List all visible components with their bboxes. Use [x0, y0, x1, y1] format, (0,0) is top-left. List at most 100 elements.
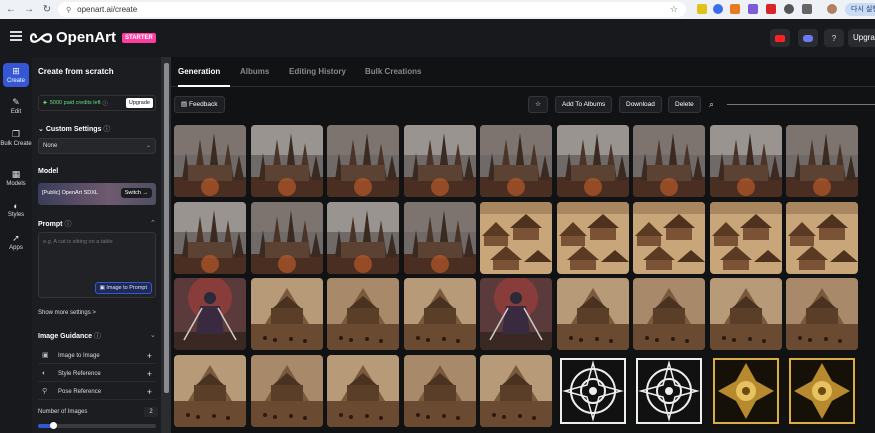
generated-image-temple[interactable]	[250, 278, 323, 350]
generated-image-warrior[interactable]	[480, 278, 552, 350]
guidance-image-to-image[interactable]: ▣ Image to Image +	[38, 348, 156, 364]
generated-image-pattern-white[interactable]	[556, 354, 629, 427]
generated-image-village[interactable]	[786, 201, 858, 274]
extension-icon-1[interactable]	[697, 4, 707, 14]
slider-knob[interactable]	[50, 422, 57, 429]
generated-image-castle[interactable]	[480, 125, 552, 197]
generated-image-village[interactable]	[556, 201, 629, 274]
chevron-up-icon[interactable]: ⌃	[150, 219, 156, 227]
extension-icon-4[interactable]	[748, 4, 758, 14]
generated-image-warrior[interactable]	[174, 278, 246, 350]
generated-image-temple[interactable]	[174, 354, 246, 427]
plus-icon[interactable]: +	[147, 366, 152, 382]
rail-item-models[interactable]: ▦ Models	[0, 169, 32, 187]
generated-image-temple[interactable]	[633, 278, 705, 350]
help-button[interactable]: ?	[824, 29, 844, 47]
generated-image-castle[interactable]	[786, 125, 858, 197]
address-bar[interactable]: ⚲ openart.ai/create ☆	[58, 2, 686, 17]
logo[interactable]: OpenArt STARTER	[30, 29, 156, 46]
generated-image-temple[interactable]	[786, 278, 858, 350]
custom-settings-select[interactable]: None ⌄	[38, 138, 156, 154]
discord-button[interactable]	[798, 29, 818, 47]
menu-icon[interactable]	[10, 31, 22, 41]
guidance-label: Pose Reference	[58, 389, 102, 395]
rail-item-apps[interactable]: ➚ Apps	[0, 233, 32, 251]
generated-image-castle[interactable]	[174, 125, 246, 197]
extension-icon-5[interactable]	[766, 4, 776, 14]
generated-image-temple[interactable]	[403, 354, 476, 427]
panel-scrollbar[interactable]	[162, 57, 171, 433]
rail-label: Apps	[9, 245, 23, 251]
generated-image-pattern-white[interactable]	[633, 354, 705, 427]
generated-image-castle[interactable]	[327, 201, 399, 274]
show-more-settings-link[interactable]: Show more settings >	[38, 310, 96, 316]
back-icon[interactable]: ←	[4, 4, 18, 15]
generated-image-village[interactable]	[709, 201, 782, 274]
generated-image-castle[interactable]	[403, 125, 476, 197]
tab-bulk-creations[interactable]: Bulk Creations	[365, 67, 421, 76]
upgrade-button[interactable]: Upgra	[848, 29, 875, 47]
add-to-albums-button[interactable]: Add To Albums	[555, 96, 613, 113]
prompt-input[interactable]: e.g. A cat is sitting on a table ▣ Image…	[38, 232, 156, 298]
model-card[interactable]: [Public] OpenArt SDXL Switch →	[38, 183, 156, 205]
generated-image-castle[interactable]	[633, 125, 705, 197]
site-info-icon[interactable]: ⚲	[66, 6, 71, 14]
chevron-down-icon[interactable]: ⌄	[150, 331, 156, 339]
generated-image-pattern-gold[interactable]	[786, 354, 858, 427]
reload-icon[interactable]: ↻	[40, 4, 54, 15]
rail-item-bulk-create[interactable]: ❐ Bulk Create	[0, 129, 32, 147]
generated-image-temple[interactable]	[327, 278, 399, 350]
extension-icon-3[interactable]	[730, 4, 740, 14]
relaunch-pill[interactable]: 다시 실행	[845, 3, 875, 16]
number-of-images-slider[interactable]	[38, 422, 156, 429]
youtube-button[interactable]	[770, 29, 790, 47]
prompt-placeholder: e.g. A cat is sitting on a table	[43, 239, 113, 245]
generated-image-temple[interactable]	[480, 354, 552, 427]
plus-icon[interactable]: +	[147, 348, 152, 364]
number-of-images-value[interactable]: 2	[144, 407, 158, 417]
bulk-icon: ❐	[11, 129, 21, 139]
chevron-down-icon: ⌄	[145, 143, 151, 149]
extension-icon-6[interactable]	[784, 4, 794, 14]
generated-image-temple[interactable]	[327, 354, 399, 427]
download-button[interactable]: Download	[619, 96, 662, 113]
delete-button[interactable]: Delete	[668, 96, 701, 113]
tab-albums[interactable]: Albums	[240, 67, 269, 76]
scrollbar-thumb[interactable]	[164, 63, 169, 393]
generated-image-temple[interactable]	[403, 278, 476, 350]
tab-editing-history[interactable]: Editing History	[289, 67, 346, 76]
generated-image-temple[interactable]	[250, 354, 323, 427]
rail-item-styles[interactable]: ◐ Styles	[0, 201, 32, 218]
plus-icon[interactable]: +	[147, 384, 152, 400]
generated-image-castle[interactable]	[250, 125, 323, 197]
tab-generation[interactable]: Generation	[178, 67, 220, 76]
generated-image-castle[interactable]	[709, 125, 782, 197]
generated-image-castle[interactable]	[556, 125, 629, 197]
info-icon[interactable]: ⓘ	[103, 100, 108, 107]
generated-image-castle[interactable]	[174, 201, 246, 274]
credits-upgrade-button[interactable]: Upgrade	[125, 98, 153, 108]
rail-item-edit[interactable]: ✎ Edit	[0, 97, 32, 115]
generated-image-temple[interactable]	[556, 278, 629, 350]
image-to-prompt-button[interactable]: ▣ Image to Prompt	[94, 282, 152, 294]
model-switch-button[interactable]: Switch →	[120, 188, 152, 198]
extension-icon-2[interactable]	[713, 4, 723, 14]
custom-settings-heading[interactable]: ⌄ Custom Settings ⓘ	[38, 124, 110, 134]
zoom-slider[interactable]	[727, 104, 875, 105]
generated-image-castle[interactable]	[327, 125, 399, 197]
extensions-puzzle-icon[interactable]	[802, 4, 812, 14]
favorite-button[interactable]: ☆	[528, 96, 548, 113]
generated-image-village[interactable]	[480, 201, 552, 274]
guidance-pose-reference[interactable]: ⚲ Pose Reference +	[38, 384, 156, 400]
forward-icon[interactable]: →	[22, 4, 36, 15]
generated-image-castle[interactable]	[403, 201, 476, 274]
generated-image-temple[interactable]	[709, 278, 782, 350]
generated-image-castle[interactable]	[250, 201, 323, 274]
feedback-button[interactable]: ▤ Feedback	[174, 96, 225, 113]
rail-item-create[interactable]: ⊞ Create	[3, 63, 29, 87]
generated-image-village[interactable]	[633, 201, 705, 274]
generated-image-pattern-gold[interactable]	[709, 354, 782, 427]
profile-avatar[interactable]	[827, 4, 837, 14]
guidance-style-reference[interactable]: ◐ Style Reference +	[38, 366, 156, 382]
bookmark-star-icon[interactable]: ☆	[670, 4, 678, 15]
